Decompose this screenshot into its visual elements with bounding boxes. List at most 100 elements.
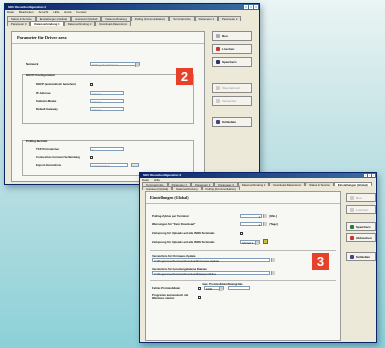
menu-item[interactable]: Extra: [64, 10, 71, 15]
dateigroesse-input[interactable]: [228, 286, 250, 290]
subnet-input[interactable]: 0.0.0.0: [90, 99, 124, 104]
firmware-input[interactable]: C:\Programme\Terminal Download\Firmware-…: [152, 258, 270, 263]
pool-input[interactable]: C:\Programme\Terminal Download\Dateipool…: [152, 271, 270, 276]
minimize-button[interactable]: [244, 5, 248, 9]
tab-autolevel[interactable]: Autolevel (Global): [142, 186, 173, 191]
tab-polling[interactable]: Polling (Kommunikation): [201, 186, 240, 191]
polling-zyklus-input[interactable]: 1: [240, 214, 262, 219]
delete-button[interactable]: Löschen: [212, 44, 252, 54]
new-button[interactable]: Neu: [212, 31, 252, 41]
tab-datenverbindung-1[interactable]: Datenverbindung 1: [237, 182, 270, 187]
config-window-2: SKU Dienstkonfiguration 2 Datei Bearbeit…: [4, 3, 260, 185]
delete-icon: [216, 47, 220, 51]
upload-checkbox-1[interactable]: [240, 231, 243, 235]
panel-title: Parameter für Driver area: [12, 32, 204, 44]
save-button[interactable]: Speichern: [212, 57, 252, 67]
tab-status[interactable]: Status & Service: [305, 182, 334, 187]
close-button[interactable]: [372, 174, 375, 177]
close-button[interactable]: [254, 5, 258, 9]
ip-label: IP-Adresse: [36, 91, 51, 95]
new-button-label: Neu: [356, 195, 362, 200]
discard-button-label: Verwerfen: [222, 99, 237, 103]
delete-icon: [350, 207, 354, 212]
tcp-input[interactable]: 0: [90, 147, 124, 152]
tab-datenverbindung[interactable]: Datenverbindung: [172, 186, 202, 191]
upload-select[interactable]: Uhrzeit 1: [240, 239, 260, 245]
netzwerk-select[interactable]: Polling über Ethernet: [90, 62, 140, 67]
new-button-label: Neu: [222, 34, 228, 38]
apply-button-label: Übernehmen: [222, 86, 241, 90]
new-icon: [216, 34, 220, 38]
settings-panel: Einstellungen (Global) Polling-Zyklus pe…: [145, 191, 341, 341]
export-input[interactable]: C:\Verzeichnis: [90, 163, 128, 168]
menu-item[interactable]: Datei: [7, 10, 14, 15]
tab-datenverbindung-1[interactable]: Datenverbindung 1: [30, 21, 64, 26]
delete-button-label: Löschen: [356, 207, 369, 212]
menu-item[interactable]: Fenster: [76, 10, 86, 15]
browse-button[interactable]: [131, 163, 139, 167]
minimize-button[interactable]: [364, 174, 367, 177]
tab-terminal-infos[interactable]: Terminal-Infos: [169, 16, 195, 21]
gateway-input[interactable]: 0.0.0.0: [90, 107, 124, 112]
tab-download[interactable]: Download-Datenstrom: [269, 182, 306, 187]
time-picker-icon[interactable]: [263, 239, 268, 244]
chevron-down-icon[interactable]: [135, 63, 139, 67]
divider: [150, 250, 336, 251]
new-button[interactable]: Neu: [346, 193, 376, 202]
panel-title: Einstellungen (Global): [146, 192, 340, 204]
spinner-icon[interactable]: [262, 222, 267, 226]
chevron-down-icon[interactable]: [255, 240, 259, 245]
menu-item[interactable]: Ansicht: [39, 10, 49, 15]
menu-item[interactable]: Hilfe: [53, 10, 59, 15]
fehler-checkbox[interactable]: [198, 286, 201, 290]
delete-button[interactable]: Löschen: [346, 205, 376, 214]
tab-download[interactable]: Download-Datenstrom: [95, 21, 132, 26]
save-button-label: Speichern: [356, 224, 371, 229]
step-badge: 2: [176, 68, 193, 85]
polling-zyklus-unit: [Min.]: [269, 214, 277, 218]
discard-button[interactable]: Verwerfen: [212, 96, 252, 106]
ip-input[interactable]: 0.0.0.0: [90, 91, 124, 96]
fehler-value: 1000: [206, 287, 213, 291]
dhcp-checkbox[interactable]: [90, 82, 93, 86]
tab-strip: Terminal-Infos Parameter 1 Parameter 2 P…: [140, 182, 376, 191]
export-label: Export-Verzeichnis: [36, 163, 62, 167]
window-titlebar[interactable]: SKU Dienstkonfiguration 2: [5, 4, 259, 10]
connect-checkbox[interactable]: [90, 155, 93, 159]
save-button-label: Speichern: [222, 60, 237, 64]
cancel-button[interactable]: Abbrechen: [346, 233, 376, 242]
menu-item[interactable]: Bearbeiten: [19, 10, 34, 15]
browse-icon[interactable]: [271, 271, 275, 275]
tab-datenverbindung-2[interactable]: Datenverbindung 2: [63, 21, 96, 26]
tab-einstellungen[interactable]: Einstellungen (Global): [333, 182, 372, 187]
netzwerk-label: Netzwerk: [26, 62, 39, 66]
chevron-down-icon[interactable]: [219, 287, 223, 291]
save-button[interactable]: Speichern: [346, 222, 376, 231]
close-window-button[interactable]: Schließen: [346, 252, 376, 261]
tab-polling[interactable]: Polling (Kommunikation): [130, 16, 170, 21]
spinner-icon[interactable]: [262, 214, 267, 218]
apply-button[interactable]: Übernehmen: [212, 83, 252, 93]
tab-strip: Status & Service Einstellungen (Global) …: [5, 15, 259, 26]
maximize-button[interactable]: [368, 174, 371, 177]
maximize-button[interactable]: [249, 5, 253, 9]
delete-button-label: Löschen: [222, 47, 235, 51]
fehler-select[interactable]: 1000: [204, 286, 224, 291]
close-window-button[interactable]: Schließen: [212, 117, 252, 127]
fehler-label: Fehler-Protokolldatei: [152, 286, 180, 290]
tab-parameter-2[interactable]: Parameter 2: [218, 16, 242, 21]
close-window-button-label: Schließen: [222, 120, 237, 124]
new-icon: [350, 195, 354, 200]
window-titlebar[interactable]: SKU Dienstkonfiguration 3: [140, 173, 376, 178]
tab-parameter-3[interactable]: Parameter 3: [7, 21, 31, 26]
gateway-label: Default Gateway: [36, 107, 58, 111]
browse-icon[interactable]: [271, 258, 275, 262]
warnungen-input[interactable]: 1: [240, 222, 262, 227]
window-title: SKU Dienstkonfiguration 3: [143, 173, 182, 177]
discard-icon: [216, 99, 220, 103]
programm-checkbox[interactable]: [198, 295, 201, 299]
divider: [150, 280, 336, 281]
cancel-icon: [350, 235, 354, 240]
tab-parameter-1[interactable]: Parameter 1: [194, 16, 219, 21]
upload-label-2: Zeitsprung für Uploads auf alle ISDN-Ter…: [152, 239, 215, 244]
